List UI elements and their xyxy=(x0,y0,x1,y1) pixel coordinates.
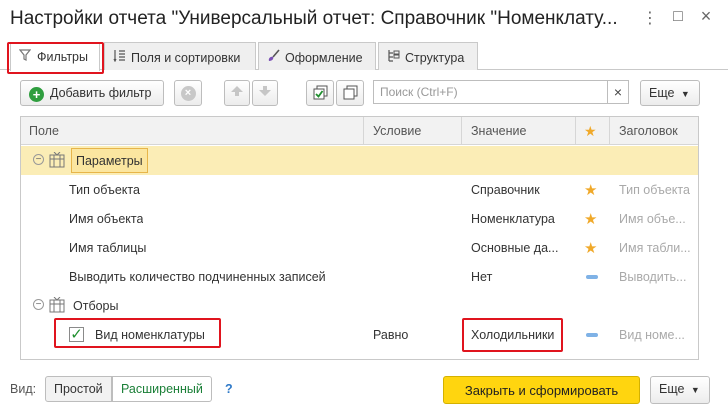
caption-cell[interactable]: Тип объекта xyxy=(619,183,695,197)
uncheck-all-button[interactable] xyxy=(336,80,364,106)
collapse-icon[interactable]: − xyxy=(33,154,44,165)
usage-dash-icon[interactable] xyxy=(586,275,598,279)
more-button[interactable]: Еще ▼ xyxy=(640,80,700,106)
search-input[interactable]: Поиск (Ctrl+F) xyxy=(373,80,629,104)
help-link[interactable]: ? xyxy=(225,382,233,396)
column-condition[interactable]: Условие xyxy=(373,124,421,138)
clear-search-icon[interactable]: × xyxy=(607,80,629,104)
tab-label: Структура xyxy=(405,51,465,65)
caption-cell[interactable]: Имя объе... xyxy=(619,212,695,226)
footer-more-button[interactable]: Еще ▼ xyxy=(650,376,710,404)
filters-group-icon xyxy=(49,296,65,316)
filters-group-label: Отборы xyxy=(73,299,119,313)
filter-checkbox[interactable]: ✓ xyxy=(69,327,84,342)
delete-icon: × xyxy=(180,86,196,101)
add-filter-button[interactable]: + Добавить фильтр xyxy=(20,80,164,106)
tab-fields-sorting[interactable]: Поля и сортировки xyxy=(104,42,256,70)
brush-icon xyxy=(265,49,281,65)
parameters-group-icon xyxy=(49,151,65,171)
check-all-icon xyxy=(313,85,328,103)
table-row[interactable]: Выводить количество подчиненных записей … xyxy=(21,262,698,291)
caption-cell[interactable]: Имя табли... xyxy=(619,241,695,255)
dropdown-arrow-icon: ▼ xyxy=(680,89,690,99)
collapse-icon[interactable]: − xyxy=(33,299,44,310)
column-value[interactable]: Значение xyxy=(471,124,526,138)
structure-icon xyxy=(385,49,401,65)
title-bar: Настройки отчета "Универсальный отчет: С… xyxy=(0,0,728,40)
value-cell[interactable]: Основные да... xyxy=(471,241,571,255)
table-row[interactable]: Имя таблицы Основные да... ★ Имя табли..… xyxy=(21,233,698,262)
star-icon[interactable]: ★ xyxy=(584,239,597,257)
footer: Вид: Простой Расширенный ? Закрыть и сфо… xyxy=(0,374,728,404)
value-cell[interactable]: Холодильники xyxy=(471,328,571,342)
column-star[interactable]: ★ xyxy=(584,123,597,140)
tab-structure[interactable]: Структура xyxy=(378,42,478,70)
caption-cell[interactable]: Выводить... xyxy=(619,270,695,284)
restore-window-icon[interactable]: □ xyxy=(668,8,688,26)
view-simple-button[interactable]: Простой xyxy=(45,376,112,402)
view-extended-button[interactable]: Расширенный xyxy=(112,376,212,402)
add-filter-label: Добавить фильтр xyxy=(50,86,152,100)
move-up-button[interactable] xyxy=(224,80,250,106)
field-cell: Тип объекта xyxy=(69,183,140,197)
tab-label: Поля и сортировки xyxy=(131,51,241,65)
more-label: Еще xyxy=(649,86,675,100)
caption-cell[interactable]: Вид номе... xyxy=(619,328,695,342)
field-cell: Выводить количество подчиненных записей xyxy=(69,270,326,284)
parameters-label: Параметры xyxy=(71,148,148,173)
close-and-generate-button[interactable]: Закрыть и сформировать xyxy=(443,376,640,404)
field-cell: Имя объекта xyxy=(69,212,144,226)
settings-grid: Поле Условие Значение ★ Заголовок − Пара… xyxy=(20,116,699,360)
uncheck-all-icon xyxy=(343,85,358,103)
table-row-filter[interactable]: ✓ Вид номенклатуры Равно Холодильники Ви… xyxy=(21,320,698,349)
usage-dash-icon[interactable] xyxy=(586,333,598,337)
table-row-parameters[interactable]: − Параметры xyxy=(21,146,698,175)
move-down-button[interactable] xyxy=(252,80,278,106)
view-label: Вид: xyxy=(10,382,37,396)
star-icon[interactable]: ★ xyxy=(584,210,597,228)
column-caption[interactable]: Заголовок xyxy=(619,124,678,138)
dropdown-arrow-icon: ▼ xyxy=(690,385,700,395)
tab-label: Оформление xyxy=(285,51,363,65)
more-actions-icon[interactable]: ⋮ xyxy=(640,8,660,28)
fields-sort-icon xyxy=(111,49,127,65)
value-cell[interactable]: Номенклатура xyxy=(471,212,571,226)
tab-label: Фильтры xyxy=(37,50,88,64)
star-icon[interactable]: ★ xyxy=(584,181,597,199)
toolbar: + Добавить фильтр × Поиск (Ctrl+F) × Еще … xyxy=(0,78,728,108)
table-row[interactable]: Тип объекта Справочник ★ Тип объекта xyxy=(21,175,698,204)
window-title: Настройки отчета "Универсальный отчет: С… xyxy=(10,8,618,29)
plus-icon: + xyxy=(29,87,44,102)
close-window-icon[interactable]: × xyxy=(696,6,716,27)
table-row-filters-group[interactable]: − Отборы xyxy=(21,291,698,320)
value-cell[interactable]: Нет xyxy=(471,270,571,284)
funnel-icon xyxy=(17,49,33,64)
column-field[interactable]: Поле xyxy=(29,124,59,138)
arrow-up-icon xyxy=(231,85,243,99)
value-cell[interactable]: Справочник xyxy=(471,183,571,197)
table-row[interactable]: Имя объекта Номенклатура ★ Имя объе... xyxy=(21,204,698,233)
footer-more-label: Еще xyxy=(659,382,685,396)
tab-appearance[interactable]: Оформление xyxy=(258,42,376,70)
delete-button[interactable]: × xyxy=(174,80,202,106)
field-cell: Имя таблицы xyxy=(69,241,147,255)
field-cell: Вид номенклатуры xyxy=(95,328,205,342)
grid-header: Поле Условие Значение ★ Заголовок xyxy=(21,117,698,145)
tab-filters[interactable]: Фильтры xyxy=(10,42,100,71)
settings-tabs: Фильтры Поля и сортировки Оформление Стр… xyxy=(0,42,728,71)
arrow-down-icon xyxy=(259,85,271,99)
check-all-button[interactable] xyxy=(306,80,334,106)
condition-cell[interactable]: Равно xyxy=(373,328,408,342)
